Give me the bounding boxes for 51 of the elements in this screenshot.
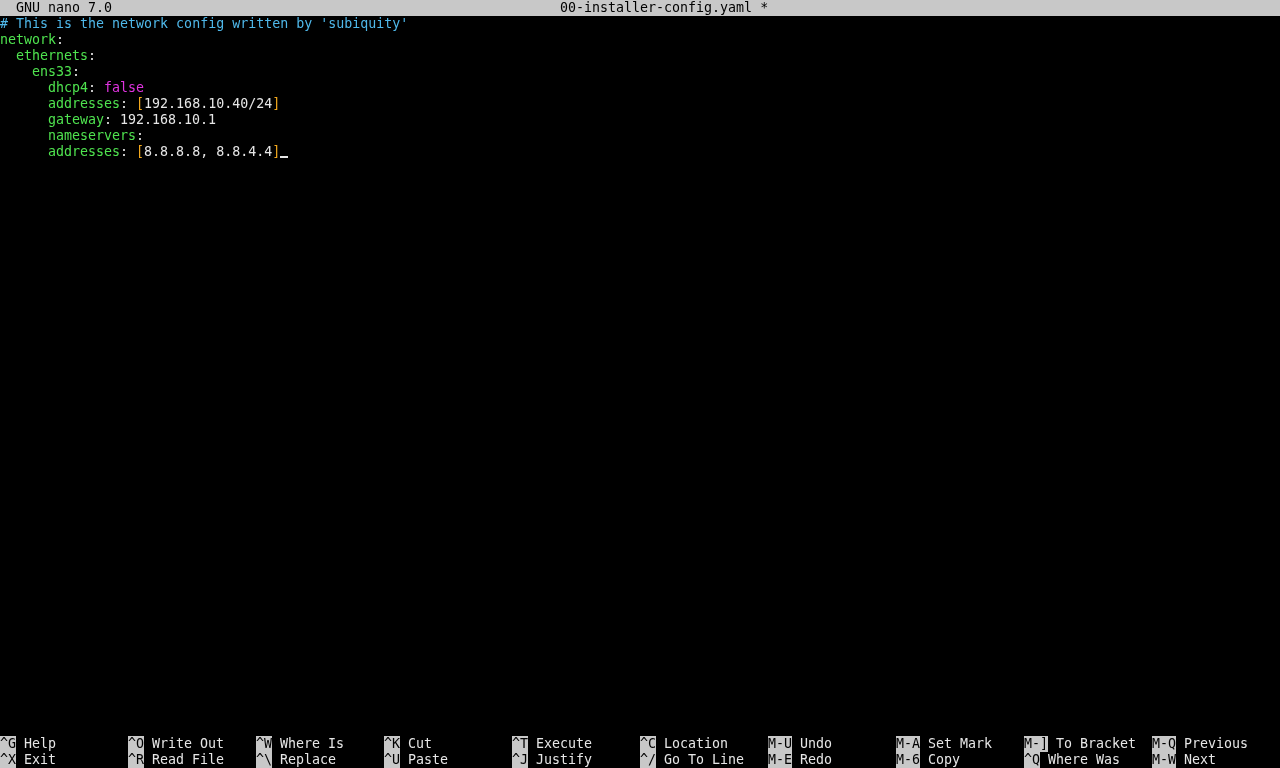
shortcut-label[interactable]: Execute	[536, 736, 593, 752]
shortcut-label[interactable]: Where Was	[1048, 752, 1121, 768]
shortcut-key: ^G	[0, 736, 16, 752]
shortcut-key: ^O	[128, 736, 144, 752]
shortcut-key: ^\	[256, 752, 272, 768]
shortcut-label[interactable]: Help	[24, 736, 57, 752]
shortcut-label[interactable]: Undo	[800, 736, 833, 752]
shortcut-label[interactable]: Justify	[536, 752, 593, 768]
shortcut-label[interactable]: Where Is	[280, 736, 345, 752]
shortcut-key: M-E	[768, 752, 793, 768]
shortcut-key: ^U	[384, 752, 400, 768]
shortcut-label[interactable]: Read File	[152, 752, 225, 768]
code-line: addresses: [8.8.8.8, 8.8.4.4]	[48, 144, 281, 160]
shortcut-key: M-U	[768, 736, 793, 752]
shortcut-label[interactable]: Replace	[280, 752, 337, 768]
shortcut-key: M-6	[896, 752, 921, 768]
shortcut-label[interactable]: Copy	[928, 752, 961, 768]
shortcut-key: ^Q	[1024, 752, 1040, 768]
shortcut-label[interactable]: Redo	[800, 752, 833, 768]
shortcut-label[interactable]: Write Out	[152, 736, 225, 752]
shortcut-label[interactable]: Cut	[408, 736, 433, 752]
shortcut-key: ^C	[640, 736, 656, 752]
code-line: nameservers:	[48, 128, 145, 144]
shortcut-key: ^J	[512, 752, 528, 768]
shortcut-key: ^K	[384, 736, 400, 752]
shortcut-key: M-Q	[1152, 736, 1177, 752]
shortcut-key: M-A	[896, 736, 921, 752]
shortcut-label[interactable]: Go To Line	[664, 752, 745, 768]
shortcut-label[interactable]: Set Mark	[928, 736, 993, 752]
code-line: ethernets:	[16, 48, 97, 64]
code-line: # This is the network config written by 'subiquity'	[0, 16, 409, 32]
app-version: GNU nano 7.0	[16, 0, 113, 16]
shortcut-label[interactable]: Next	[1184, 752, 1217, 768]
code-line: dhcp4: false	[48, 80, 145, 96]
shortcut-label[interactable]: Paste	[408, 752, 449, 768]
shortcut-key: ^R	[128, 752, 144, 768]
shortcut-key: ^W	[256, 736, 272, 752]
shortcut-key: M-]	[1024, 736, 1049, 752]
shortcut-label[interactable]: Exit	[24, 752, 57, 768]
shortcut-key: M-W	[1152, 752, 1177, 768]
shortcut-key: ^/	[640, 752, 656, 768]
shortcut-key: ^T	[512, 736, 528, 752]
file-name: 00-installer-config.yaml *	[560, 0, 769, 16]
shortcut-label[interactable]: Location	[664, 736, 729, 752]
code-line: network:	[0, 32, 65, 48]
shortcut-label[interactable]: To Bracket	[1056, 736, 1137, 752]
shortcut-label[interactable]: Previous	[1184, 736, 1249, 752]
code-line: addresses: [192.168.10.40/24]	[48, 96, 281, 112]
code-line: gateway: 192.168.10.1	[48, 112, 217, 128]
shortcut-key: ^X	[0, 752, 16, 768]
code-line: ens33:	[32, 64, 81, 80]
